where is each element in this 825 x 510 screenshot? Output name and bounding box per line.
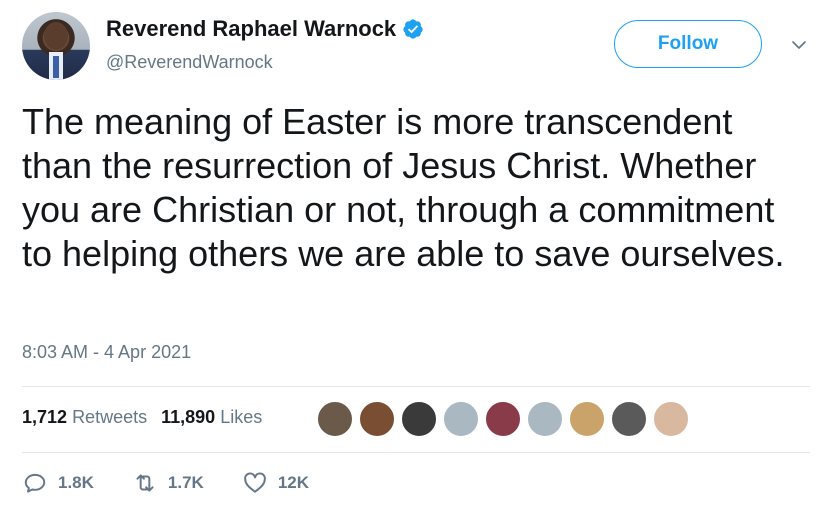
reply-icon [24,473,46,493]
liker-avatar-2[interactable] [358,400,396,438]
likes-count: 11,890 [161,407,216,427]
like-count: 12K [277,473,310,492]
chevron-down-icon[interactable] [790,36,808,54]
likes-label: Likes [220,407,263,427]
follow-button[interactable]: Follow [614,20,762,68]
liker-avatar-9[interactable] [652,400,690,438]
engagement-stats: 1,712 Retweets 11,890 Likes [22,407,262,428]
reply-count: 1.8K [58,473,94,492]
divider [22,386,810,387]
divider [22,452,810,453]
user-handle[interactable]: @ReverendWarnock [106,52,273,73]
tweet-actions: 1.8K 1.7K 12K [22,470,347,496]
avatar-tie [53,56,59,78]
liker-avatar-default-6[interactable] [526,400,564,438]
retweets-stat[interactable]: 1,712 Retweets [22,407,147,428]
tweet-text: The meaning of Easter is more transcende… [22,101,785,274]
retweets-count: 1,712 [22,407,68,427]
liker-avatar-default-4[interactable] [442,400,480,438]
avatar-face [44,22,68,50]
user-display-name[interactable]: Reverend Raphael Warnock [106,16,424,42]
retweets-label: Retweets [72,407,148,427]
user-name-text[interactable]: Reverend Raphael Warnock [106,16,396,42]
liker-avatars [316,400,690,438]
liker-avatar-7[interactable] [568,400,606,438]
reply-action[interactable]: 1.8K [22,470,94,496]
liker-avatar-8[interactable] [610,400,648,438]
retweet-action[interactable]: 1.7K [132,470,204,496]
likes-stat[interactable]: 11,890 Likes [161,407,262,428]
heart-icon [244,472,266,493]
tweet-timestamp[interactable]: 8:03 AM - 4 Apr 2021 [22,342,191,363]
retweet-icon [136,474,154,492]
liker-avatar-1[interactable] [316,400,354,438]
verified-badge-icon [403,19,423,39]
liker-avatar-5[interactable] [484,400,522,438]
retweet-count: 1.7K [167,473,204,492]
liker-avatar-3[interactable] [400,400,438,438]
profile-avatar[interactable] [22,12,90,80]
like-action[interactable]: 12K [242,470,309,496]
